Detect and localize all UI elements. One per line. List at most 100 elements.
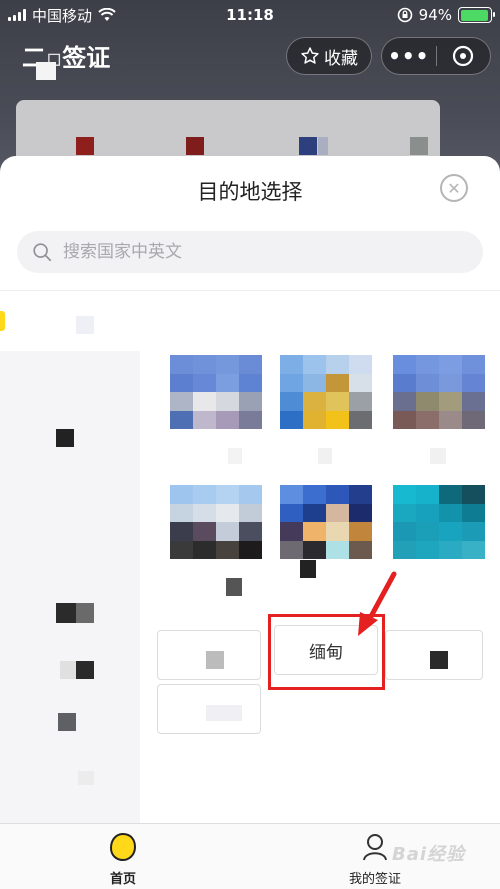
- photo-pixel: [170, 373, 193, 392]
- photo-pixel: [239, 540, 262, 559]
- country-button[interactable]: [157, 684, 261, 734]
- photo-pixel: [280, 355, 303, 374]
- favorite-label: 收藏: [324, 48, 358, 69]
- photo-pixel: [462, 485, 485, 504]
- photo-pixel: [462, 355, 485, 374]
- photo-pixel: [326, 485, 349, 504]
- country-photo-tile[interactable]: [170, 355, 262, 429]
- photo-pixel: [170, 355, 193, 374]
- sidebar-label-blur: [60, 661, 76, 679]
- sidebar-label-blur: [56, 603, 76, 623]
- exit-button[interactable]: [436, 44, 490, 68]
- more-button[interactable]: •••: [382, 44, 436, 68]
- orientation-lock-icon: [397, 7, 412, 23]
- photo-pixel: [326, 373, 349, 392]
- photo-pixel: [393, 503, 416, 522]
- photo-pixel: [393, 392, 416, 411]
- photo-pixel: [216, 410, 239, 429]
- photo-pixel: [280, 392, 303, 411]
- card-thumbnail: [299, 137, 317, 155]
- photo-pixel: [216, 392, 239, 411]
- photo-pixel: [393, 522, 416, 541]
- tile-caption-blur: [226, 578, 242, 596]
- photo-pixel: [416, 373, 439, 392]
- tile-caption-blur: [318, 448, 332, 464]
- country-photo-tile[interactable]: [393, 355, 485, 429]
- photo-pixel: [193, 522, 216, 541]
- photo-pixel: [216, 373, 239, 392]
- photo-pixel: [439, 392, 462, 411]
- label-blur: [206, 651, 224, 669]
- profile-icon: [363, 834, 387, 861]
- photo-pixel: [239, 503, 262, 522]
- photo-pixel: [439, 503, 462, 522]
- photo-pixel: [193, 373, 216, 392]
- photo-pixel: [170, 485, 193, 504]
- tab-home[interactable]: 首页: [73, 832, 173, 887]
- country-photo-tile[interactable]: [280, 485, 372, 559]
- search-bar[interactable]: [17, 231, 483, 273]
- star-icon: [301, 47, 319, 64]
- photo-pixel: [349, 373, 372, 392]
- card-thumbnail: [76, 137, 94, 155]
- photo-pixel: [193, 503, 216, 522]
- label-blur: [430, 651, 448, 669]
- tile-caption-blur: [300, 560, 316, 578]
- photo-pixel: [193, 392, 216, 411]
- photo-pixel: [326, 410, 349, 429]
- card-thumbnail: [318, 137, 328, 155]
- photo-pixel: [216, 355, 239, 374]
- photo-pixel: [303, 503, 326, 522]
- sidebar-item[interactable]: [0, 351, 140, 447]
- miniprogram-capsule: •••: [381, 37, 491, 75]
- sidebar-item-active[interactable]: [0, 291, 140, 351]
- photo-pixel: [170, 410, 193, 429]
- photo-pixel: [216, 540, 239, 559]
- favorite-button[interactable]: 收藏: [286, 37, 372, 75]
- app-title-suffix: 签证: [62, 44, 111, 72]
- country-photo-tile[interactable]: [280, 355, 372, 429]
- photo-pixel: [326, 540, 349, 559]
- photo-pixel: [393, 410, 416, 429]
- photo-pixel: [303, 540, 326, 559]
- photo-pixel: [416, 355, 439, 374]
- status-bar: 中国移动 11:18 94%: [0, 0, 500, 30]
- photo-pixel: [303, 410, 326, 429]
- search-icon: [33, 243, 52, 262]
- sidebar-label-blur: [76, 603, 94, 623]
- country-button[interactable]: [157, 630, 261, 680]
- country-photo-tile[interactable]: [170, 485, 262, 559]
- photo-pixel: [462, 373, 485, 392]
- sidebar-item[interactable]: [0, 411, 140, 471]
- photo-pixel: [349, 522, 372, 541]
- photo-pixel: [170, 503, 193, 522]
- country-photo-tile[interactable]: [393, 485, 485, 559]
- photo-pixel: [349, 503, 372, 522]
- photo-pixel: [416, 522, 439, 541]
- photo-pixel: [280, 503, 303, 522]
- photo-pixel: [280, 485, 303, 504]
- photo-pixel: [416, 410, 439, 429]
- photo-pixel: [349, 355, 372, 374]
- sheet-close-button[interactable]: ✕: [440, 174, 468, 202]
- photo-pixel: [239, 392, 262, 411]
- photo-pixel: [303, 522, 326, 541]
- photo-pixel: [462, 410, 485, 429]
- photo-pixel: [193, 355, 216, 374]
- photo-pixel: [393, 355, 416, 374]
- sidebar-label-blur: [76, 316, 94, 334]
- photo-pixel: [416, 392, 439, 411]
- photo-pixel: [439, 355, 462, 374]
- photo-pixel: [462, 503, 485, 522]
- photo-pixel: [349, 485, 372, 504]
- photo-pixel: [393, 373, 416, 392]
- sidebar-label-blur: [78, 771, 94, 785]
- search-input[interactable]: [63, 242, 463, 262]
- photo-pixel: [239, 485, 262, 504]
- photo-pixel: [439, 373, 462, 392]
- card-thumbnail: [186, 137, 204, 155]
- photo-pixel: [193, 540, 216, 559]
- photo-pixel: [239, 522, 262, 541]
- card-thumbnail: [410, 137, 428, 155]
- active-indicator: [0, 311, 5, 331]
